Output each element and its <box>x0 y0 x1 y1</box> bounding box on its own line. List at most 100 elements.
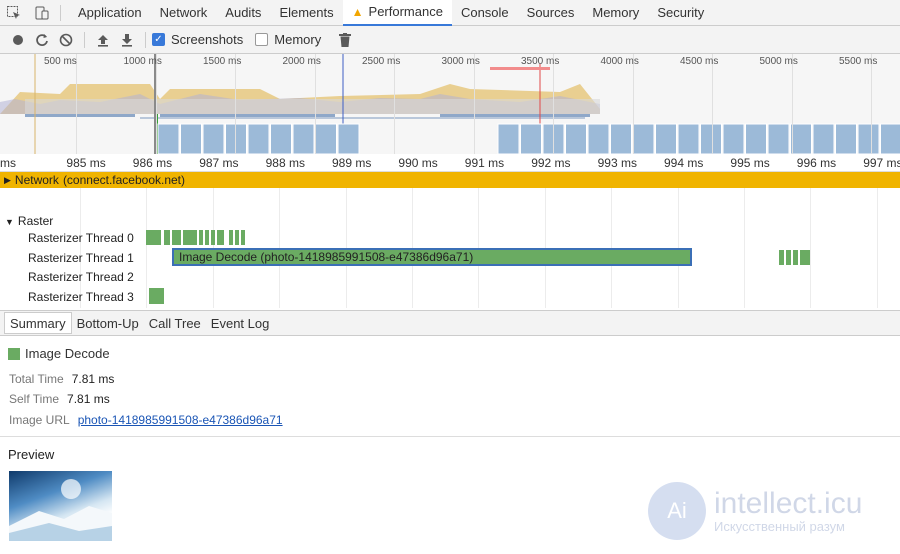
screenshot-thumbnail <box>247 123 270 154</box>
ruler-tick-label: ms <box>0 156 16 170</box>
performance-toolbar: ✓ Screenshots Memory <box>0 26 900 54</box>
ruler-tick-label: 988 ms <box>265 156 305 170</box>
ruler-tick-label: 997 ms <box>863 156 900 170</box>
screenshot-thumbnail <box>292 123 315 154</box>
thread-1-task[interactable] <box>793 250 798 265</box>
thread-0-task[interactable] <box>217 230 224 245</box>
tab-label: Security <box>657 5 705 20</box>
record-button[interactable] <box>6 28 30 52</box>
overview-gridline <box>473 54 475 154</box>
load-profile-button[interactable] <box>91 28 115 52</box>
tab-call-tree[interactable]: Call Tree <box>144 312 206 334</box>
tab-security[interactable]: Security <box>648 0 713 26</box>
overview-gridline <box>155 54 157 154</box>
toolbar-separator <box>84 31 85 48</box>
self-time-row: Self Time 7.81 ms <box>9 392 110 406</box>
ruler-tick-label: 994 ms <box>664 156 704 170</box>
thread-0-task[interactable] <box>211 230 215 245</box>
thread-0-task[interactable] <box>199 230 203 245</box>
preview-image <box>9 471 112 541</box>
tab-application[interactable]: Application <box>69 0 151 26</box>
reload-profile-button[interactable] <box>30 28 54 52</box>
thread-0-task[interactable] <box>205 230 209 245</box>
thread-0-task[interactable] <box>235 230 239 245</box>
tab-separator <box>60 4 61 21</box>
thread-0-task[interactable] <box>183 230 197 245</box>
tab-bottom-up[interactable]: Bottom-Up <box>72 312 144 334</box>
warning-icon: ▲ <box>351 4 364 19</box>
thread-0-task[interactable] <box>172 230 181 245</box>
watermark-circle: Ai <box>648 482 706 540</box>
tab-label: Elements <box>279 5 334 20</box>
memory-checkbox[interactable]: Memory <box>255 32 321 47</box>
screenshot-thumbnail <box>700 123 722 154</box>
thread-0-task[interactable] <box>164 230 170 245</box>
rasterizer-thread-2-label: Rasterizer Thread 2 <box>28 270 134 284</box>
screenshot-thumbnail <box>880 123 900 154</box>
collapse-arrow-icon[interactable]: ▼ <box>5 217 14 227</box>
clear-button[interactable] <box>54 28 78 52</box>
overview-gridline <box>632 54 634 154</box>
flame-gridline <box>744 172 745 308</box>
image-decode-event[interactable]: Image Decode (photo-1418985991508-e47386… <box>172 248 692 266</box>
tab-memory[interactable]: Memory <box>583 0 648 26</box>
image-url-link[interactable]: photo-1418985991508-e47386d96a71 <box>78 413 283 427</box>
overview-tick-label: 4000 ms <box>600 56 639 67</box>
screenshots-checkbox[interactable]: ✓ Screenshots <box>152 32 243 47</box>
overview-gridline <box>553 54 554 154</box>
inspect-element-icon[interactable] <box>0 0 28 26</box>
thread-1-task[interactable] <box>779 250 784 265</box>
tab-label: Call Tree <box>148 315 201 331</box>
thread-3-task[interactable] <box>149 288 164 304</box>
flame-gridline <box>810 172 812 308</box>
save-profile-button[interactable] <box>115 28 139 52</box>
thread-0-task[interactable] <box>146 230 161 245</box>
ruler-tick-label: 995 ms <box>730 156 770 170</box>
flame-gridline <box>544 172 546 308</box>
toolbar-separator <box>145 31 146 48</box>
flame-chart[interactable]: ▶ Network (connect.facebook.net) ▼ Raster… <box>0 172 900 308</box>
tab-audits[interactable]: Audits <box>216 0 270 26</box>
screenshots-label: Screenshots <box>171 32 244 47</box>
overview-tick-label: 500 ms <box>44 56 77 67</box>
tab-label: Audits <box>225 5 262 20</box>
tab-event-log[interactable]: Event Log <box>206 312 275 334</box>
screenshot-thumbnail <box>857 123 880 154</box>
tab-performance[interactable]: ▲ Performance <box>342 0 452 26</box>
detail-time-ruler: ms 985 ms 986 ms 987 ms 988 ms 989 ms 990 ms 99… <box>0 154 900 172</box>
self-time-value: 7.81 ms <box>67 392 110 406</box>
tab-sources[interactable]: Sources <box>518 0 584 26</box>
timeline-overview[interactable]: 500 ms 1000 ms 1500 ms 2000 ms 2500 ms 3000 m… <box>0 54 900 154</box>
network-track[interactable]: ▶ Network (connect.facebook.net) <box>0 172 900 188</box>
ruler-tick-label: 993 ms <box>597 156 637 170</box>
screenshot-thumbnail <box>745 123 767 154</box>
tab-console[interactable]: Console <box>452 0 518 26</box>
image-url-label: Image URL <box>9 413 70 427</box>
details-tab-bar: Summary Bottom-Up Call Tree Event Log <box>0 310 900 336</box>
screenshot-thumbnail <box>610 123 632 154</box>
screenshot-thumbnail <box>767 123 790 154</box>
device-toolbar-icon[interactable] <box>28 0 56 26</box>
thread-1-task[interactable] <box>805 250 810 265</box>
thread-0-task[interactable] <box>229 230 233 245</box>
trash-button[interactable] <box>333 28 357 52</box>
rasterizer-thread-1-label: Rasterizer Thread 1 <box>28 251 134 265</box>
tab-summary[interactable]: Summary <box>4 312 72 334</box>
thread-0-task[interactable] <box>241 230 245 245</box>
thread-1-task[interactable] <box>786 250 791 265</box>
raster-label: Raster <box>17 214 54 228</box>
checkmark-icon: ✓ <box>152 33 165 46</box>
network-track-detail: (connect.facebook.net) <box>62 173 186 187</box>
tab-network[interactable]: Network <box>151 0 217 26</box>
tab-label: Bottom-Up <box>76 315 139 331</box>
tab-elements[interactable]: Elements <box>270 0 342 26</box>
raster-group-header[interactable]: ▼ Raster <box>5 214 53 228</box>
screenshot-thumbnail <box>225 123 247 154</box>
overview-tick-label: 4500 ms <box>680 56 719 67</box>
ruler-tick-label: 989 ms <box>332 156 372 170</box>
preview-title: Preview <box>8 447 55 462</box>
total-time-label: Total Time <box>9 372 64 386</box>
ruler-tick-label: 985 ms <box>66 156 106 170</box>
watermark-logo: Ai intellect.icu Искусственный разум <box>648 482 862 540</box>
expand-arrow-icon[interactable]: ▶ <box>4 175 11 186</box>
